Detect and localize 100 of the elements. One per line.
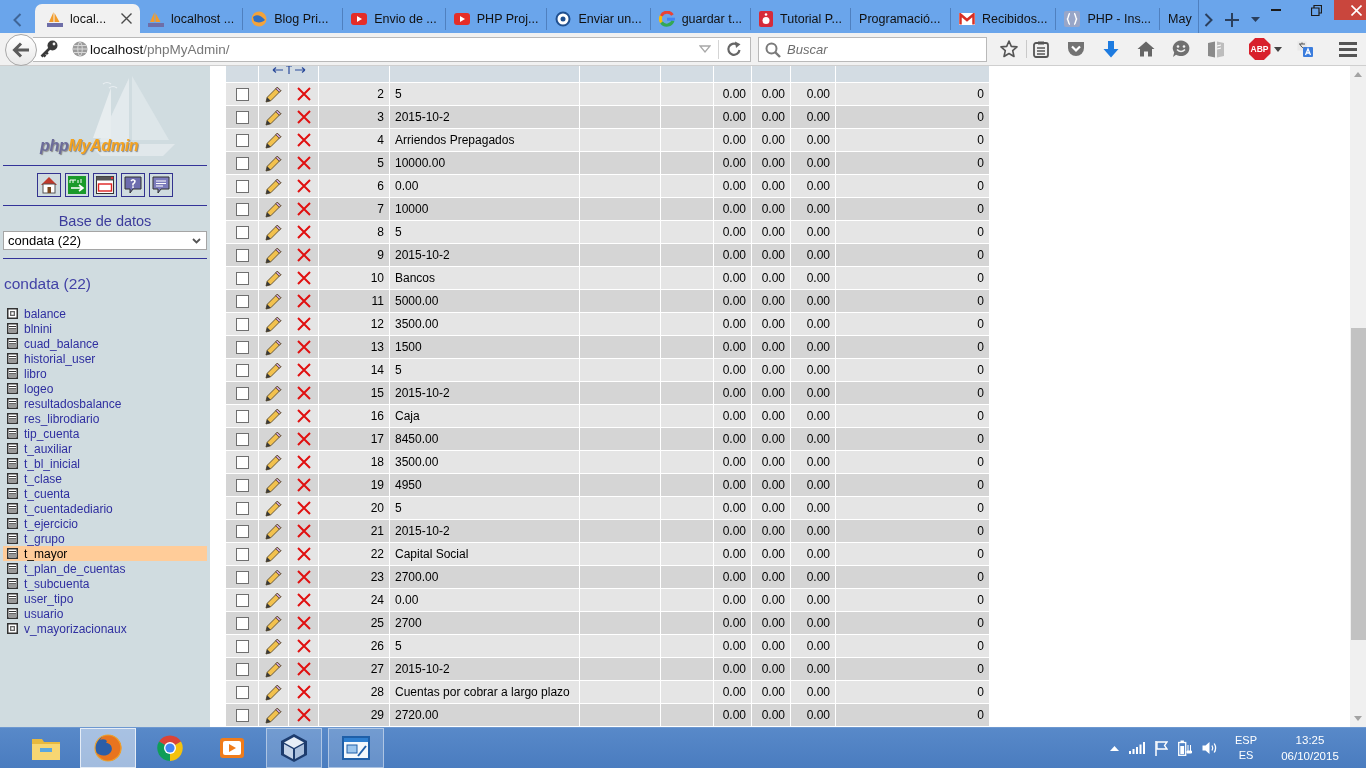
taskbar-button[interactable] bbox=[80, 728, 136, 768]
help-button[interactable] bbox=[121, 173, 145, 197]
row-checkbox[interactable] bbox=[235, 662, 249, 676]
pencil-icon[interactable] bbox=[265, 177, 282, 195]
row-checkbox[interactable] bbox=[235, 340, 249, 354]
row-checkbox[interactable] bbox=[235, 616, 249, 630]
row-checkbox[interactable] bbox=[235, 317, 249, 331]
cross-icon[interactable] bbox=[296, 179, 311, 193]
query-window-button[interactable] bbox=[93, 173, 117, 197]
pencil-icon[interactable] bbox=[265, 361, 282, 379]
cross-icon[interactable] bbox=[296, 455, 311, 469]
row-checkbox[interactable] bbox=[235, 524, 249, 538]
pencil-icon[interactable] bbox=[265, 637, 282, 655]
row-checkbox[interactable] bbox=[235, 294, 249, 308]
table-list-item[interactable]: usuario bbox=[3, 606, 207, 621]
column-arrows-icon[interactable] bbox=[271, 66, 306, 74]
pencil-icon[interactable] bbox=[265, 269, 282, 287]
cross-icon[interactable] bbox=[296, 317, 311, 331]
cross-icon[interactable] bbox=[296, 501, 311, 515]
pencil-icon[interactable] bbox=[265, 706, 282, 724]
cross-icon[interactable] bbox=[296, 386, 311, 400]
pencil-icon[interactable] bbox=[265, 499, 282, 517]
table-list-item[interactable]: t_mayor bbox=[3, 546, 207, 561]
address-bar[interactable]: localhost/phpMyAdmin/ bbox=[33, 36, 751, 62]
signal-bars-icon[interactable] bbox=[1129, 742, 1145, 754]
table-list-item[interactable]: t_auxiliar bbox=[3, 441, 207, 456]
table-list-item[interactable]: libro bbox=[3, 366, 207, 381]
chevron-up-icon[interactable] bbox=[1110, 745, 1119, 751]
database-link[interactable]: condata (22) bbox=[3, 274, 92, 293]
exit-button[interactable] bbox=[65, 173, 89, 197]
table-list-item[interactable]: t_subcuenta bbox=[3, 576, 207, 591]
browser-tab[interactable]: Tutorial P... bbox=[751, 8, 852, 30]
row-checkbox[interactable] bbox=[235, 639, 249, 653]
reload-icon[interactable] bbox=[726, 41, 742, 57]
cross-icon[interactable] bbox=[296, 524, 311, 538]
column-header[interactable] bbox=[259, 66, 319, 82]
pencil-icon[interactable] bbox=[265, 292, 282, 310]
close-button[interactable] bbox=[1333, 0, 1366, 20]
table-list-item[interactable]: v_mayorizacionaux bbox=[3, 621, 207, 636]
plus-icon[interactable] bbox=[1224, 12, 1239, 27]
row-checkbox[interactable] bbox=[235, 593, 249, 607]
browser-tab[interactable]: Envio de ... bbox=[343, 8, 446, 30]
taskbar-button[interactable] bbox=[328, 728, 384, 768]
browser-tab[interactable]: Blog Pri... bbox=[243, 8, 344, 30]
pencil-icon[interactable] bbox=[265, 453, 282, 471]
pencil-icon[interactable] bbox=[265, 476, 282, 494]
pencil-icon[interactable] bbox=[265, 384, 282, 402]
browser-tab[interactable]: guardar t... bbox=[650, 8, 752, 30]
table-list-item[interactable]: t_grupo bbox=[3, 531, 207, 546]
row-checkbox[interactable] bbox=[235, 386, 249, 400]
cross-icon[interactable] bbox=[296, 156, 311, 170]
cross-icon[interactable] bbox=[296, 133, 311, 147]
cross-icon[interactable] bbox=[296, 547, 311, 561]
cross-icon[interactable] bbox=[296, 225, 311, 239]
row-checkbox[interactable] bbox=[235, 432, 249, 446]
row-checkbox[interactable] bbox=[235, 547, 249, 561]
table-list-item[interactable]: res_librodiario bbox=[3, 411, 207, 426]
pencil-icon[interactable] bbox=[265, 338, 282, 356]
row-checkbox[interactable] bbox=[235, 110, 249, 124]
pencil-icon[interactable] bbox=[265, 591, 282, 609]
table-list-item[interactable]: t_ejercicio bbox=[3, 516, 207, 531]
pencil-icon[interactable] bbox=[265, 200, 282, 218]
cross-icon[interactable] bbox=[296, 409, 311, 423]
clock[interactable]: 13:25 06/10/2015 bbox=[1275, 732, 1345, 764]
cross-icon[interactable] bbox=[296, 593, 311, 607]
row-checkbox[interactable] bbox=[235, 708, 249, 722]
pencil-icon[interactable] bbox=[265, 108, 282, 126]
taskbar-button[interactable] bbox=[266, 728, 322, 768]
pencil-icon[interactable] bbox=[265, 154, 282, 172]
cross-icon[interactable] bbox=[296, 432, 311, 446]
cross-icon[interactable] bbox=[296, 87, 311, 101]
cross-icon[interactable] bbox=[296, 110, 311, 124]
row-checkbox[interactable] bbox=[235, 225, 249, 239]
row-checkbox[interactable] bbox=[235, 363, 249, 377]
cross-icon[interactable] bbox=[296, 616, 311, 630]
row-checkbox[interactable] bbox=[235, 87, 249, 101]
row-checkbox[interactable] bbox=[235, 179, 249, 193]
row-checkbox[interactable] bbox=[235, 455, 249, 469]
table-list-item[interactable]: t_cuentadediario bbox=[3, 501, 207, 516]
row-checkbox[interactable] bbox=[235, 248, 249, 262]
table-list-item[interactable]: resultadosbalance bbox=[3, 396, 207, 411]
cross-icon[interactable] bbox=[296, 570, 311, 584]
row-checkbox[interactable] bbox=[235, 409, 249, 423]
table-list-item[interactable]: user_tipo bbox=[3, 591, 207, 606]
browser-tab[interactable]: localhost ... bbox=[140, 8, 244, 30]
pencil-icon[interactable] bbox=[265, 407, 282, 425]
pencil-icon[interactable] bbox=[265, 223, 282, 241]
cross-icon[interactable] bbox=[296, 248, 311, 262]
close-icon[interactable] bbox=[121, 13, 132, 24]
chevron-right-icon[interactable] bbox=[1203, 12, 1213, 27]
browser-tab[interactable]: Programació... bbox=[851, 8, 952, 30]
sql-docs-button[interactable] bbox=[149, 173, 173, 197]
cross-icon[interactable] bbox=[296, 294, 311, 308]
cross-icon[interactable] bbox=[296, 340, 311, 354]
row-checkbox[interactable] bbox=[235, 685, 249, 699]
table-list-item[interactable]: cuad_balance bbox=[3, 336, 207, 351]
pencil-icon[interactable] bbox=[265, 315, 282, 333]
cross-icon[interactable] bbox=[296, 662, 311, 676]
home-button[interactable] bbox=[37, 173, 61, 197]
cross-icon[interactable] bbox=[296, 708, 311, 722]
